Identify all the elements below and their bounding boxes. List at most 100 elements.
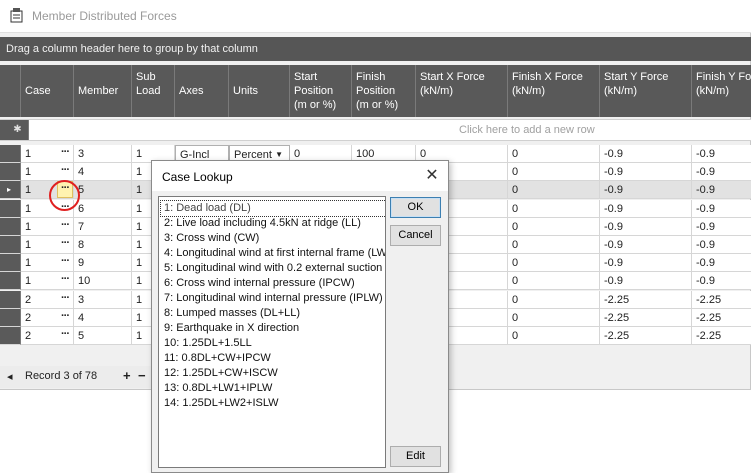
ellipsis-button[interactable]: ··· bbox=[59, 310, 71, 324]
cell-member[interactable]: 10 bbox=[74, 272, 132, 290]
cell-finish-y-force[interactable]: -0.9 bbox=[692, 145, 751, 163]
header-col-start-y-force[interactable]: Start Y Force (kN/m) bbox=[600, 65, 692, 117]
nav-first-icon[interactable]: ◂ bbox=[7, 370, 13, 383]
cell-case[interactable]: 2 ··· bbox=[21, 309, 74, 327]
cell-member[interactable]: 6 bbox=[74, 200, 132, 218]
ok-button[interactable]: OK bbox=[390, 197, 441, 218]
cell-case[interactable]: 1 ··· bbox=[21, 236, 74, 254]
header-col-case[interactable]: Case bbox=[21, 65, 74, 117]
list-item[interactable]: 11: 0.8DL+CW+IPCW bbox=[161, 351, 385, 366]
close-icon[interactable]: ✕ bbox=[422, 166, 442, 186]
cell-finish-y-force[interactable]: -0.9 bbox=[692, 200, 751, 218]
cell-member[interactable]: 3 bbox=[74, 291, 132, 309]
header-col-start-x-force[interactable]: Start X Force (kN/m) bbox=[416, 65, 508, 117]
header-col-finish-position[interactable]: Finish Position (m or %) bbox=[352, 65, 416, 117]
list-item[interactable]: 5: Longitudinal wind with 0.2 external s… bbox=[161, 261, 385, 276]
list-item[interactable]: 8: Lumped masses (DL+LL) bbox=[161, 306, 385, 321]
row-indicator[interactable] bbox=[0, 163, 21, 181]
cell-finish-x-force[interactable]: 0 bbox=[508, 309, 600, 327]
cell-finish-y-force[interactable]: -0.9 bbox=[692, 236, 751, 254]
group-by-panel[interactable]: Drag a column header here to group by th… bbox=[0, 37, 751, 61]
cell-start-y-force[interactable]: -0.9 bbox=[600, 272, 692, 290]
ellipsis-button[interactable]: ··· bbox=[59, 164, 71, 178]
case-listbox[interactable]: 1: Dead load (DL) 2: Live load including … bbox=[158, 196, 386, 468]
header-col-member[interactable]: Member bbox=[74, 65, 132, 117]
cell-case[interactable]: 2 ··· bbox=[21, 327, 74, 345]
cell-finish-x-force[interactable]: 0 bbox=[508, 163, 600, 181]
header-col-units[interactable]: Units bbox=[229, 65, 290, 117]
list-item[interactable]: 9: Earthquake in X direction bbox=[161, 321, 385, 336]
ellipsis-button[interactable]: ··· bbox=[59, 146, 71, 160]
ellipsis-button[interactable]: ··· bbox=[59, 328, 71, 342]
ellipsis-button[interactable]: ··· bbox=[59, 219, 71, 233]
list-item[interactable]: 7: Longitudinal wind internal pressure (… bbox=[161, 291, 385, 306]
cell-member[interactable]: 4 bbox=[74, 309, 132, 327]
cell-finish-y-force[interactable]: -0.9 bbox=[692, 272, 751, 290]
nav-remove-icon[interactable]: − bbox=[138, 368, 146, 383]
cell-finish-y-force[interactable]: -2.25 bbox=[692, 309, 751, 327]
nav-add-icon[interactable]: + bbox=[123, 368, 131, 383]
cell-member[interactable]: 5 bbox=[74, 181, 132, 199]
cell-finish-y-force[interactable]: -0.9 bbox=[692, 254, 751, 272]
list-item[interactable]: 13: 0.8DL+LW1+IPLW bbox=[161, 381, 385, 396]
cell-member[interactable]: 9 bbox=[74, 254, 132, 272]
cell-start-y-force[interactable]: -0.9 bbox=[600, 200, 692, 218]
row-indicator[interactable] bbox=[0, 145, 21, 163]
ellipsis-button[interactable]: ··· bbox=[59, 292, 71, 306]
cell-case[interactable]: 2 ··· bbox=[21, 291, 74, 309]
list-item[interactable]: 14: 1.25DL+LW2+ISLW bbox=[161, 396, 385, 411]
cell-start-y-force[interactable]: -2.25 bbox=[600, 291, 692, 309]
cell-finish-x-force[interactable]: 0 bbox=[508, 327, 600, 345]
row-indicator[interactable] bbox=[0, 200, 21, 218]
cell-case[interactable]: 1 ··· bbox=[21, 218, 74, 236]
cell-start-y-force[interactable]: -0.9 bbox=[600, 218, 692, 236]
cell-member[interactable]: 4 bbox=[74, 163, 132, 181]
edit-button[interactable]: Edit bbox=[390, 446, 441, 467]
row-indicator[interactable] bbox=[0, 327, 21, 345]
cell-case[interactable]: 1 ··· bbox=[21, 145, 74, 163]
header-col-finish-y-force[interactable]: Finish Y Force (kN/m) bbox=[692, 65, 751, 117]
cell-start-y-force[interactable]: -0.9 bbox=[600, 145, 692, 163]
cell-start-y-force[interactable]: -0.9 bbox=[600, 163, 692, 181]
cell-finish-x-force[interactable]: 0 bbox=[508, 291, 600, 309]
cell-start-y-force[interactable]: -0.9 bbox=[600, 181, 692, 199]
list-item[interactable]: 10: 1.25DL+1.5LL bbox=[161, 336, 385, 351]
cell-member[interactable]: 7 bbox=[74, 218, 132, 236]
cell-finish-x-force[interactable]: 0 bbox=[508, 200, 600, 218]
cell-finish-x-force[interactable]: 0 bbox=[508, 181, 600, 199]
row-indicator[interactable] bbox=[0, 309, 21, 327]
row-indicator[interactable]: ▸ bbox=[0, 181, 21, 199]
cell-member[interactable]: 5 bbox=[74, 327, 132, 345]
cell-finish-x-force[interactable]: 0 bbox=[508, 272, 600, 290]
new-item-row[interactable]: ✱ Click here to add a new row bbox=[0, 119, 751, 141]
cell-finish-y-force[interactable]: -2.25 bbox=[692, 327, 751, 345]
header-col-finish-x-force[interactable]: Finish X Force (kN/m) bbox=[508, 65, 600, 117]
cancel-button[interactable]: Cancel bbox=[390, 225, 441, 246]
cell-start-y-force[interactable]: -2.25 bbox=[600, 327, 692, 345]
row-indicator[interactable] bbox=[0, 254, 21, 272]
list-item[interactable]: 3: Cross wind (CW) bbox=[161, 231, 385, 246]
cell-finish-x-force[interactable]: 0 bbox=[508, 145, 600, 163]
cell-finish-x-force[interactable]: 0 bbox=[508, 236, 600, 254]
cell-case[interactable]: 1 ··· bbox=[21, 163, 74, 181]
list-item[interactable]: 1: Dead load (DL) bbox=[160, 200, 385, 217]
list-item[interactable]: 2: Live load including 4.5kN at ridge (L… bbox=[161, 216, 385, 231]
row-indicator[interactable] bbox=[0, 272, 21, 290]
cell-finish-y-force[interactable]: -0.9 bbox=[692, 218, 751, 236]
row-indicator[interactable] bbox=[0, 236, 21, 254]
header-col-start-position[interactable]: Start Position (m or %) bbox=[290, 65, 352, 117]
cell-finish-y-force[interactable]: -0.9 bbox=[692, 181, 751, 199]
cell-member[interactable]: 8 bbox=[74, 236, 132, 254]
cell-start-y-force[interactable]: -2.25 bbox=[600, 309, 692, 327]
header-col-axes[interactable]: Axes bbox=[175, 65, 229, 117]
cell-member[interactable]: 3 bbox=[74, 145, 132, 163]
cell-case[interactable]: 1 ··· bbox=[21, 272, 74, 290]
list-item[interactable]: 12: 1.25DL+CW+ISCW bbox=[161, 366, 385, 381]
cell-start-y-force[interactable]: -0.9 bbox=[600, 236, 692, 254]
header-col-sub-load[interactable]: Sub Load bbox=[132, 65, 175, 117]
cell-finish-y-force[interactable]: -2.25 bbox=[692, 291, 751, 309]
cell-start-y-force[interactable]: -0.9 bbox=[600, 254, 692, 272]
row-indicator[interactable] bbox=[0, 291, 21, 309]
cell-finish-x-force[interactable]: 0 bbox=[508, 254, 600, 272]
cell-finish-y-force[interactable]: -0.9 bbox=[692, 163, 751, 181]
